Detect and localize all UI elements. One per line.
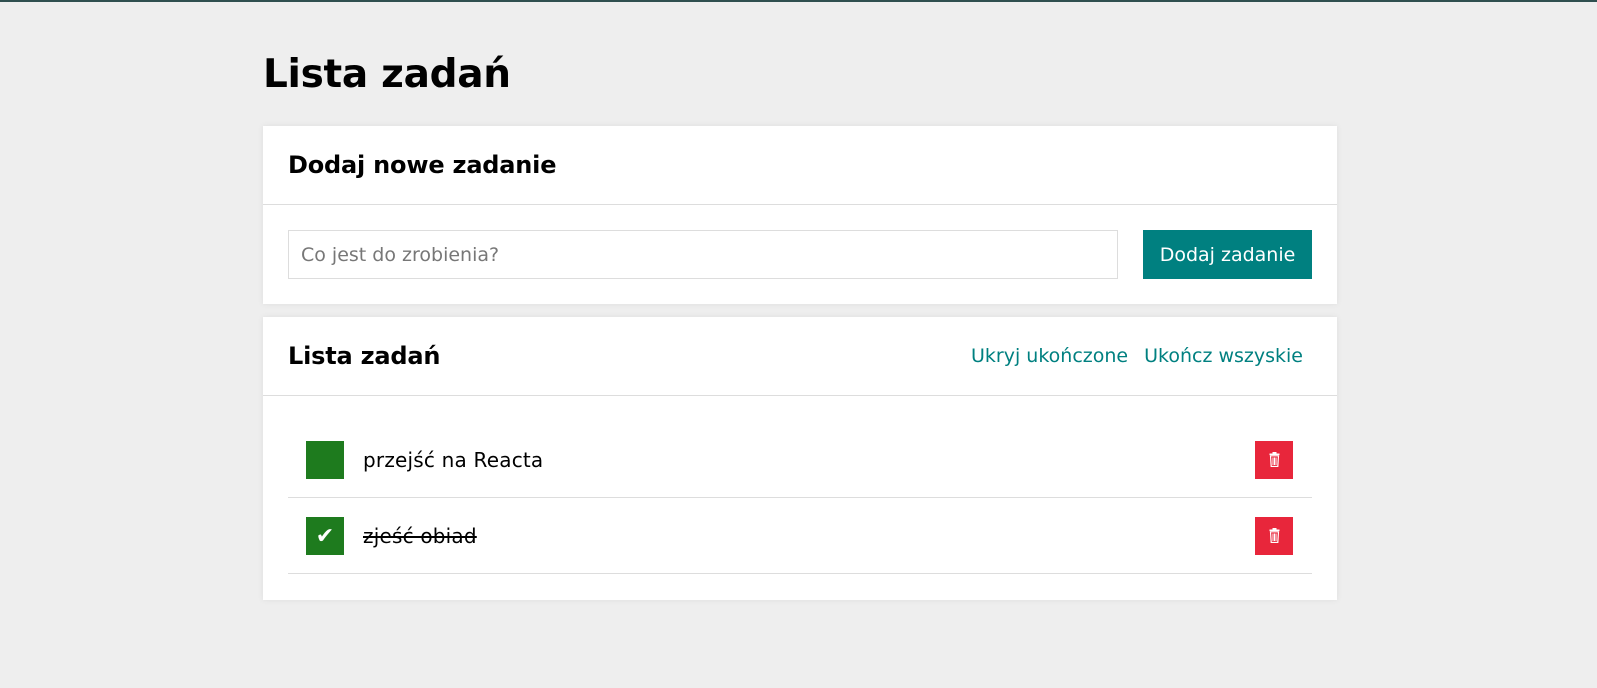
check-icon: ✔ [315,522,335,548]
task-list: przejść na Reacta ✔ zjeść obiad [263,396,1337,574]
task-content: zjeść obiad [363,523,477,548]
remove-task-button[interactable] [1255,516,1293,555]
add-task-title: Dodaj nowe zadanie [288,151,557,179]
hide-done-button[interactable]: Ukryj ukończone [971,345,1128,367]
task-item: ✔ zjeść obiad [288,498,1312,574]
add-task-form: Dodaj zadanie [263,205,1337,279]
trash-icon [1269,528,1279,543]
add-task-section: Dodaj nowe zadanie Dodaj zadanie [263,126,1337,304]
task-list-title: Lista zadań [288,342,441,370]
new-task-input[interactable] [288,230,1118,279]
task-item: przejść na Reacta [288,422,1312,498]
add-task-header: Dodaj nowe zadanie [263,126,1337,205]
task-list-section: Lista zadań Ukryj ukończone Ukończ wszys… [263,317,1337,600]
remove-task-button[interactable] [1255,440,1293,479]
complete-all-button[interactable]: Ukończ wszyskie [1144,345,1303,367]
toggle-done-button[interactable] [306,440,344,479]
toggle-done-button[interactable]: ✔ [306,516,344,555]
task-list-actions: Ukryj ukończone Ukończ wszyskie [971,345,1303,367]
page-title: Lista zadań [263,52,511,97]
add-task-button[interactable]: Dodaj zadanie [1143,230,1312,279]
trash-icon [1269,452,1279,467]
task-content: przejść na Reacta [363,447,544,472]
task-list-header: Lista zadań Ukryj ukończone Ukończ wszys… [263,317,1337,396]
app-container: Lista zadań Dodaj nowe zadanie Dodaj zad… [263,0,1337,600]
